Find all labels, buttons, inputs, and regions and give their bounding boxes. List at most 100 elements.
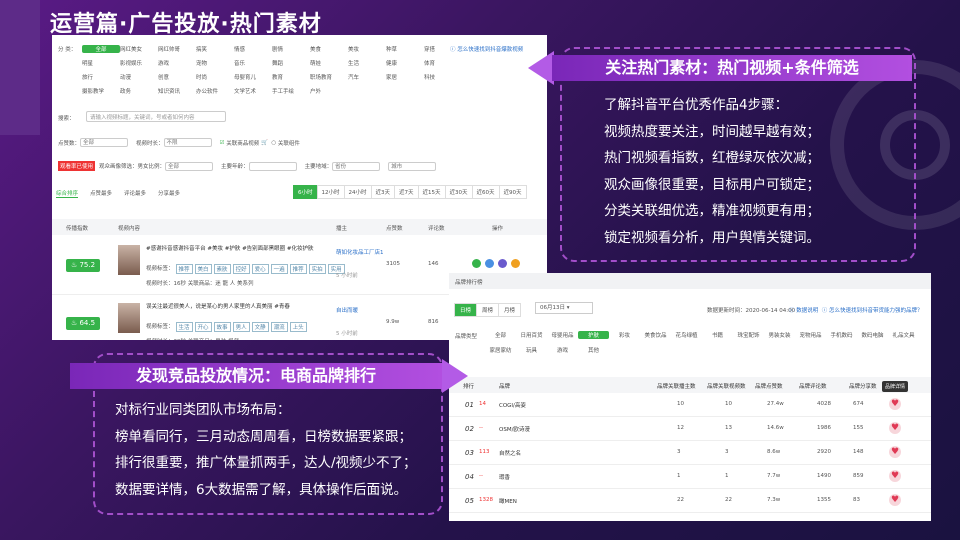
data-note-link[interactable]: 数据说明: [796, 308, 818, 314]
category-item[interactable]: 搞笑: [196, 45, 234, 53]
sort-tab[interactable]: 综合排序: [56, 189, 79, 198]
help-link[interactable]: ⓘ 怎么快速找到抖音爆款视频: [450, 45, 523, 53]
category-item[interactable]: 动漫: [120, 73, 158, 81]
tag[interactable]: 爱心: [251, 264, 269, 274]
brand-category[interactable]: 珠宝配饰: [733, 331, 764, 339]
blogger-name[interactable]: 萌如化妆品工厂店1: [336, 249, 386, 257]
period-tab[interactable]: 日榜: [454, 303, 478, 317]
video-title[interactable]: #感谢抖音感谢抖音平台 #美妆 #护肤 #告别面部黑眼圈 #化妆护肤: [146, 245, 346, 253]
category-item[interactable]: 美食: [310, 45, 348, 53]
category-item[interactable]: 影视娱乐: [120, 59, 158, 67]
category-item[interactable]: 宠物: [196, 59, 234, 67]
time-range-button[interactable]: 12小时: [316, 185, 345, 199]
brand-category[interactable]: 礼品文具: [888, 331, 919, 339]
brand-category[interactable]: 母婴用品: [547, 331, 578, 339]
category-item[interactable]: 教育: [272, 73, 310, 81]
sort-tab[interactable]: 点赞最多: [90, 189, 112, 198]
star-icon[interactable]: [511, 259, 520, 268]
category-item[interactable]: 体育: [424, 59, 462, 67]
brand-name[interactable]: COGI/高姿: [499, 401, 526, 409]
category-item[interactable]: 萌娃: [310, 59, 348, 67]
brand-help-link[interactable]: 怎么快速找到抖音带货能力强的品牌？: [829, 308, 923, 314]
tag[interactable]: 文静: [251, 322, 269, 332]
play-icon[interactable]: [485, 259, 494, 268]
brand-name[interactable]: 瞰MEN: [499, 497, 517, 505]
gender-select[interactable]: 全部: [165, 161, 214, 171]
brand-category[interactable]: 全部: [485, 331, 516, 339]
brand-category[interactable]: 玩具: [516, 346, 547, 354]
brand-category[interactable]: 家居家纺: [485, 346, 516, 354]
tag[interactable]: 开心: [194, 322, 212, 332]
sort-tab[interactable]: 分享最多: [158, 189, 180, 198]
time-range-button[interactable]: 近3天: [370, 185, 395, 199]
brand-category[interactable]: 日用百货: [516, 331, 547, 339]
time-range-button[interactable]: 6小时: [293, 185, 318, 199]
tag[interactable]: 上头: [289, 322, 307, 332]
category-item[interactable]: 文学艺术: [234, 87, 272, 95]
brand-category[interactable]: 美食饮品: [640, 331, 671, 339]
category-item[interactable]: 美妆: [348, 45, 386, 53]
heart-icon[interactable]: ♥: [889, 422, 901, 434]
date-select[interactable]: 06月13日 ▾: [535, 302, 593, 314]
brand-category[interactable]: 男装女装: [764, 331, 795, 339]
duration-select[interactable]: 不限: [163, 138, 212, 147]
category-item[interactable]: 手工手绘: [272, 87, 310, 95]
heart-icon[interactable]: ♥: [889, 398, 901, 410]
checkbox-component[interactable]: ○: [271, 140, 276, 146]
brand-category[interactable]: 游戏: [547, 346, 578, 354]
tag[interactable]: 男人: [232, 322, 250, 332]
brand-category[interactable]: 宠物用品: [795, 331, 826, 339]
tag[interactable]: 故事: [213, 322, 231, 332]
tag[interactable]: 潮流: [270, 322, 288, 332]
brand-category[interactable]: 其他: [578, 346, 609, 354]
brand-category[interactable]: 书籍: [702, 331, 733, 339]
category-item[interactable]: 舞蹈: [272, 59, 310, 67]
video-title[interactable]: 误关注最近很美人，说是某心的男人家里的人真美丽 #青春: [146, 303, 346, 311]
category-item[interactable]: 时尚: [196, 73, 234, 81]
city-select[interactable]: 城市: [388, 161, 437, 171]
category-item[interactable]: 职场教育: [310, 73, 348, 81]
blogger-name[interactable]: 自出而暖: [336, 307, 386, 315]
brand-category[interactable]: 手机数码: [826, 331, 857, 339]
province-select[interactable]: 省份: [332, 161, 381, 171]
tag[interactable]: 美白: [194, 264, 212, 274]
period-tab[interactable]: 周榜: [476, 303, 500, 317]
checkbox-goods[interactable]: ☑: [220, 140, 225, 146]
category-item[interactable]: 情感: [234, 45, 272, 53]
brand-category[interactable]: 护肤: [578, 331, 609, 339]
time-range-button[interactable]: 24小时: [343, 185, 372, 199]
category-item[interactable]: 种草: [386, 45, 424, 53]
time-range-button[interactable]: 近60天: [471, 185, 500, 199]
category-item[interactable]: 音乐: [234, 59, 272, 67]
brand-category[interactable]: 数码电脑: [857, 331, 888, 339]
period-tab[interactable]: 月榜: [498, 303, 522, 317]
category-item[interactable]: 母婴育儿: [234, 73, 272, 81]
brand-category[interactable]: 花鸟绿植: [671, 331, 702, 339]
video-thumbnail[interactable]: [118, 303, 140, 333]
video-thumbnail[interactable]: [118, 245, 140, 275]
heart-icon[interactable]: ♥: [889, 446, 901, 458]
category-item[interactable]: 明星: [82, 59, 120, 67]
tag[interactable]: 控好: [232, 264, 250, 274]
tag[interactable]: 一遍: [270, 264, 288, 274]
brand-name[interactable]: 瑕香: [499, 473, 510, 481]
category-item[interactable]: 剧情: [272, 45, 310, 53]
tag[interactable]: 素肤: [213, 264, 231, 274]
time-range-button[interactable]: 近30天: [444, 185, 473, 199]
time-range-button[interactable]: 近90天: [498, 185, 527, 199]
sort-tab[interactable]: 评论最多: [124, 189, 146, 198]
time-range-button[interactable]: 近15天: [417, 185, 446, 199]
category-item[interactable]: 摄影教学: [82, 87, 120, 95]
category-item[interactable]: 办公软件: [196, 87, 234, 95]
category-item[interactable]: 政务: [120, 87, 158, 95]
likes-select[interactable]: 全部: [80, 138, 129, 147]
heart-icon[interactable]: ♥: [889, 494, 901, 506]
brand-name[interactable]: OSM/欧诗漫: [499, 425, 530, 433]
category-item[interactable]: 科技: [424, 73, 462, 81]
age-select[interactable]: [248, 161, 297, 171]
brand-category[interactable]: 彩妆: [609, 331, 640, 339]
brand-name[interactable]: 自然之名: [499, 449, 521, 457]
category-item[interactable]: 健康: [386, 59, 424, 67]
tag[interactable]: 实拍: [308, 264, 326, 274]
heart-icon[interactable]: ♥: [889, 470, 901, 482]
